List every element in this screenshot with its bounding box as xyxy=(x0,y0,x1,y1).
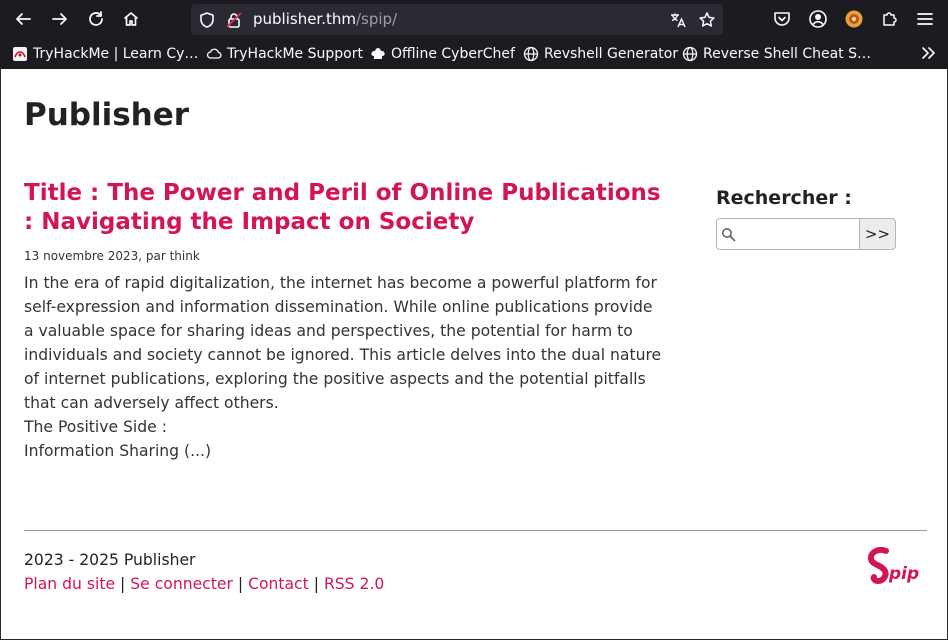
chef-hat-icon xyxy=(371,48,385,59)
footer-links: Plan du site | Se connecter | Contact | … xyxy=(24,575,384,593)
chevron-double-right-icon[interactable] xyxy=(920,44,938,62)
extension-avatar-icon[interactable] xyxy=(844,9,864,29)
bookmark-tryhackme[interactable]: TryHackMe | Learn Cy… xyxy=(12,44,198,64)
globe-icon xyxy=(682,46,698,62)
footer-link-rss[interactable]: RSS 2.0 xyxy=(324,575,384,593)
footer-separator: | xyxy=(120,575,126,593)
bookmarks-toolbar: TryHackMe | Learn Cy… TryHackMe Support … xyxy=(0,40,948,68)
bookmark-star-icon[interactable] xyxy=(698,11,716,29)
bookmark-label: Offline CyberChef xyxy=(391,46,515,62)
article-paragraph: In the era of rapid digitalization, the … xyxy=(24,274,662,412)
account-icon[interactable] xyxy=(808,9,828,29)
reload-icon xyxy=(89,11,103,26)
url-path: /spip/ xyxy=(356,10,398,28)
pocket-icon[interactable] xyxy=(772,9,792,29)
article-title-link[interactable]: Title : The Power and Peril of Online Pu… xyxy=(24,179,664,237)
footer-link-contact[interactable]: Contact xyxy=(248,575,309,593)
footer-copyright: 2023 - 2025 Publisher xyxy=(24,551,196,569)
bookmark-revshell-generator[interactable]: Revshell Generator xyxy=(523,44,678,64)
arrow-left-icon xyxy=(16,13,31,25)
bookmark-thm-support[interactable]: TryHackMe Support xyxy=(206,44,363,64)
address-bar[interactable]: publisher.thm/spip/ xyxy=(191,4,723,35)
home-button[interactable] xyxy=(118,7,144,31)
forward-button[interactable] xyxy=(47,7,73,31)
url-text[interactable]: publisher.thm/spip/ xyxy=(253,10,397,28)
bookmark-label: TryHackMe Support xyxy=(227,46,363,62)
bookmark-label: TryHackMe | Learn Cy… xyxy=(33,46,199,62)
extensions-puzzle-icon[interactable] xyxy=(880,9,900,29)
bookmark-label: Reverse Shell Cheat S… xyxy=(703,46,871,62)
globe-icon xyxy=(523,46,539,62)
article-meta: 13 novembre 2023, par think xyxy=(24,249,200,263)
footer-divider xyxy=(24,530,927,531)
search-submit-button[interactable]: >> xyxy=(859,218,896,250)
shield-icon[interactable] xyxy=(198,11,216,29)
search-label: Rechercher : xyxy=(716,187,852,209)
reload-button[interactable] xyxy=(83,7,109,31)
footer-separator: | xyxy=(237,575,244,593)
footer-link-login[interactable]: Se connecter xyxy=(130,575,233,593)
tryhackme-favicon-icon xyxy=(13,47,27,61)
cloud-icon xyxy=(206,48,222,59)
translate-icon[interactable] xyxy=(669,11,687,29)
footer-separator: | xyxy=(313,575,319,593)
site-title[interactable]: Publisher xyxy=(24,97,189,133)
home-icon xyxy=(123,12,139,26)
article-body: In the era of rapid digitalization, the … xyxy=(24,271,664,463)
article-excerpt-more: Information Sharing (...) xyxy=(24,442,212,460)
browser-toolbar: publisher.thm/spip/ TryHackMe | Learn Cy… xyxy=(0,0,948,69)
url-host: publisher.thm xyxy=(253,10,356,28)
search-field[interactable] xyxy=(716,218,860,250)
spip-logo-text: pip xyxy=(888,564,919,584)
search-icon xyxy=(722,228,736,242)
insecure-lock-icon[interactable] xyxy=(225,11,243,29)
bookmark-reverse-shell-cheatsheet[interactable]: Reverse Shell Cheat S… xyxy=(682,44,871,64)
menu-hamburger-icon[interactable] xyxy=(915,9,935,29)
search-input[interactable] xyxy=(739,223,855,245)
spip-logo[interactable]: pip xyxy=(867,547,925,589)
bookmark-label: Revshell Generator xyxy=(544,46,679,62)
footer-link-sitemap[interactable]: Plan du site xyxy=(24,575,115,593)
bookmark-cyberchef[interactable]: Offline CyberChef xyxy=(370,44,515,64)
arrow-right-icon xyxy=(52,13,67,25)
back-button[interactable] xyxy=(10,7,36,31)
article-subheading: The Positive Side : xyxy=(24,418,167,436)
web-page: Publisher Title : The Power and Peril of… xyxy=(0,69,948,640)
